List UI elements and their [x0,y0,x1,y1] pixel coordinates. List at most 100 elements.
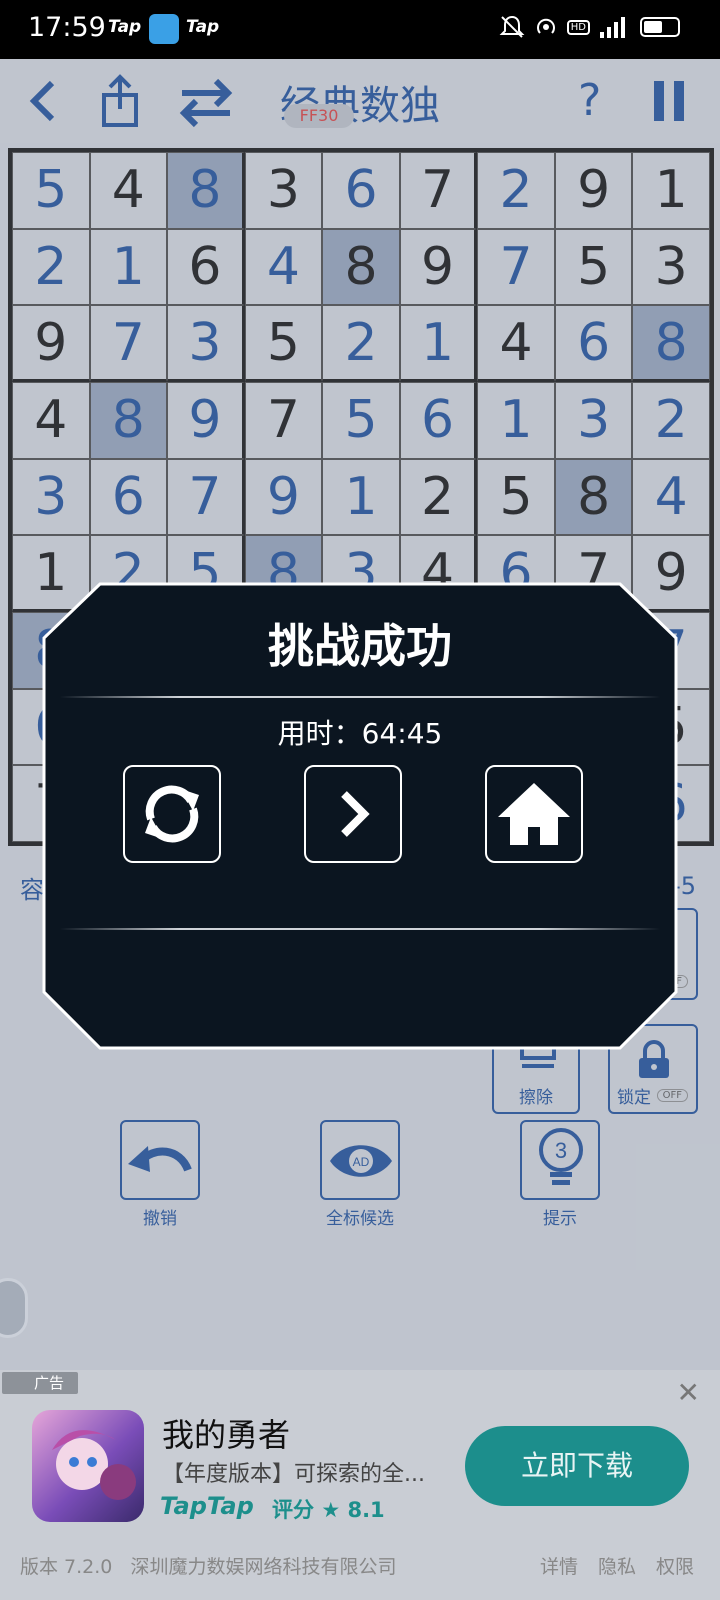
hint-count: 3 [555,1138,567,1163]
sudoku-cell[interactable]: 1 [632,152,710,229]
swap-icon[interactable] [178,73,234,129]
taptap-notification-icon: Tap [108,17,142,37]
next-icon [341,791,370,837]
sudoku-cell[interactable]: 6 [167,228,245,306]
sudoku-cell[interactable]: 3 [167,305,245,382]
clock: 17:59 [28,12,106,43]
divider-top [60,696,660,698]
sudoku-cell[interactable]: 3 [244,152,323,229]
sudoku-cell[interactable]: 4 [632,458,710,536]
next-button[interactable] [304,765,402,863]
divider-bottom [60,928,660,930]
sudoku-cell[interactable]: 7 [244,381,323,459]
status-icons: HD [499,14,680,40]
erase-label: 擦除 [519,1088,553,1108]
sudoku-cell[interactable]: 1 [322,458,400,536]
sudoku-cell[interactable]: 3 [554,381,633,459]
floating-bubble[interactable] [0,1278,28,1338]
sudoku-cell[interactable]: 5 [244,305,323,382]
version-info: 版本 7.2.0 深圳魔力数娱网络科技有限公司 [20,1552,397,1579]
rating-label: 评分 [272,1498,314,1522]
success-dialog: 挑战成功 用时：64:45 [42,582,678,1050]
ad-title: 我的勇者 [162,1416,291,1454]
battery-icon [640,17,680,37]
sudoku-cell[interactable]: 9 [244,458,323,536]
sudoku-cell[interactable]: 8 [632,305,710,382]
mute-bell-icon [499,15,525,38]
privacy-link[interactable]: 隐私 [598,1552,636,1579]
sudoku-cell[interactable]: 1 [477,381,555,459]
elapsed-time: 用时：64:45 [277,717,443,750]
store-bag-icon [149,14,179,44]
sudoku-cell[interactable]: 6 [554,305,633,382]
sudoku-cell[interactable]: 9 [554,152,633,229]
sudoku-cell[interactable]: 9 [12,305,90,382]
sudoku-cell[interactable]: 5 [322,381,400,459]
dialog-title: 挑战成功 [268,619,452,673]
sudoku-cell[interactable]: 2 [399,458,478,536]
sudoku-cell[interactable]: 5 [12,152,90,229]
restart-button[interactable] [123,765,221,863]
sudoku-cell[interactable]: 6 [89,458,168,536]
sudoku-cell[interactable]: 2 [477,152,555,229]
sudoku-cell[interactable]: 2 [632,381,710,459]
ad-subtitle: 【年度版本】可探索的全... [162,1462,425,1487]
sudoku-cell[interactable]: 3 [12,458,90,536]
sudoku-cell[interactable]: 7 [399,152,478,229]
hd-icon: HD [566,19,590,35]
sudoku-cell[interactable]: 5 [554,228,633,306]
sudoku-cell[interactable]: 1 [399,305,478,382]
share-icon[interactable] [100,73,140,129]
download-button[interactable]: 立即下载 [465,1426,689,1506]
status-bar: 17:59 Tap Tap HD [0,0,720,59]
sudoku-cell[interactable]: 9 [399,228,478,306]
difficulty-label: 容 [20,876,44,904]
sudoku-cell[interactable]: 4 [477,305,555,382]
hint-label: 提示 [543,1209,577,1229]
timer-badge: FF30 [284,104,354,128]
footer-links: 详情 隐私 权限 [540,1552,694,1579]
ad-tag: 广告 [2,1372,78,1394]
sudoku-cell[interactable]: 8 [554,458,633,536]
sudoku-cell[interactable]: 7 [477,228,555,306]
undo-button[interactable] [120,1120,200,1200]
game-app-icon[interactable] [32,1410,144,1522]
restart-icon [145,785,199,843]
sudoku-cell[interactable]: 4 [12,381,90,459]
sudoku-cell[interactable]: 2 [322,305,400,382]
permissions-link[interactable]: 权限 [656,1552,694,1579]
help-icon[interactable]: ? [578,73,601,129]
pause-icon[interactable] [652,73,688,129]
close-icon[interactable]: ✕ [677,1376,700,1409]
sudoku-cell[interactable]: 6 [322,152,400,229]
home-button[interactable] [485,765,583,863]
sudoku-cell[interactable]: 8 [322,228,400,306]
sudoku-cell[interactable]: 7 [167,458,245,536]
hotspot-icon [536,18,555,34]
rating-value: 8.1 [347,1498,385,1522]
lightbulb-icon: 3 [539,1128,583,1185]
sudoku-cell[interactable]: 4 [244,228,323,306]
lock-label: 锁定 [617,1088,651,1108]
taptap-logo: TapTap [160,1492,254,1520]
sudoku-cell[interactable]: 8 [167,152,245,229]
sudoku-cell[interactable]: 8 [89,381,168,459]
sudoku-cell[interactable]: 6 [399,381,478,459]
back-icon[interactable] [24,73,60,129]
sudoku-cell[interactable]: 1 [89,228,168,306]
candidates-button[interactable]: AD [320,1120,400,1200]
sudoku-cell[interactable]: 3 [632,228,710,306]
hint-button[interactable]: 3 [520,1120,600,1200]
lock-state: OFF [656,1089,688,1102]
star-icon: ★ [321,1498,341,1522]
undo-label: 撤销 [143,1209,177,1229]
ad-badge: AD [353,1155,370,1169]
home-icon [498,783,570,845]
sudoku-cell[interactable]: 4 [89,152,168,229]
company: 深圳魔力数娱网络科技有限公司 [130,1556,397,1578]
details-link[interactable]: 详情 [540,1552,578,1579]
sudoku-cell[interactable]: 9 [167,381,245,459]
sudoku-cell[interactable]: 2 [12,228,90,306]
sudoku-cell[interactable]: 7 [89,305,168,382]
sudoku-cell[interactable]: 5 [477,458,555,536]
